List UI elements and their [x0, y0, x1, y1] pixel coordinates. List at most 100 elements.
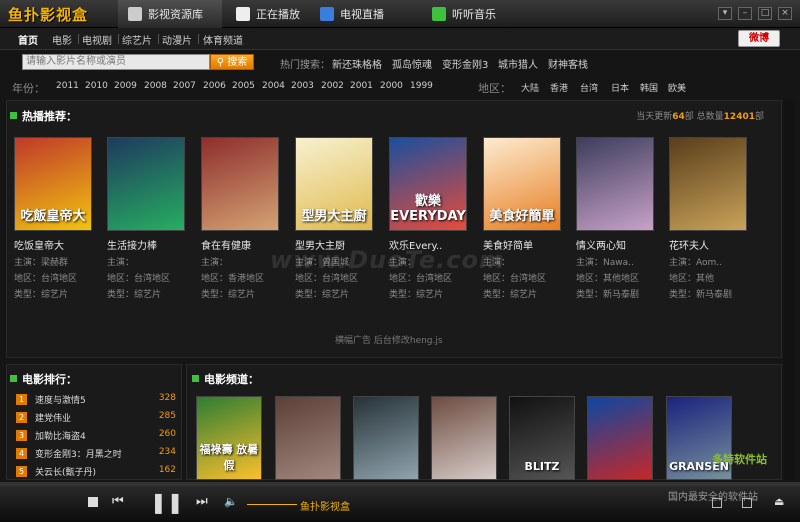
nav-movies[interactable]: 电影	[52, 32, 72, 47]
update-stats: 当天更新64部 总数量12401部	[636, 109, 764, 122]
ranking-row[interactable]: 4 变形金刚3：月黑之时 234	[16, 447, 176, 461]
movie-type: 类型：新马泰剧	[576, 290, 640, 300]
year-option[interactable]: 2006	[203, 81, 226, 91]
rank-title: 关云长(甄子丹)	[35, 468, 97, 478]
movie-title[interactable]: 情义两心知	[576, 237, 656, 252]
year-option[interactable]: 2003	[291, 81, 314, 91]
nav-home[interactable]: 首页	[18, 32, 38, 47]
channel-poster[interactable]	[353, 396, 419, 480]
region-option[interactable]: 大陆	[521, 81, 539, 94]
tv-icon	[320, 7, 334, 21]
nav-anime[interactable]: 动漫片	[162, 32, 192, 47]
channel-poster[interactable]	[275, 396, 341, 480]
year-option[interactable]: 2001	[350, 81, 373, 91]
movie-channel-title: 电影频道：	[204, 373, 259, 386]
tab-library[interactable]: 影视资源库	[118, 0, 222, 28]
year-option[interactable]: 2010	[85, 81, 108, 91]
hot-search-item[interactable]: 变形金刚3	[442, 56, 488, 71]
year-option[interactable]: 2007	[173, 81, 196, 91]
pause-button[interactable]: ❚❚	[150, 490, 184, 514]
movie-title[interactable]: 食在有健康	[201, 237, 281, 252]
ranking-row[interactable]: 2 建党伟业 285	[16, 411, 176, 425]
close-button[interactable]: ×	[778, 7, 792, 20]
weibo-button[interactable]: 微博	[738, 30, 780, 47]
year-option[interactable]: 2000	[380, 81, 403, 91]
movie-poster[interactable]	[576, 137, 654, 231]
nav-variety[interactable]: 综艺片	[122, 32, 152, 47]
movie-poster[interactable]: 美食好簡單	[483, 137, 561, 231]
tab-music-label: 听听音乐	[452, 8, 496, 21]
app-logo: 鱼扑影视盒	[8, 6, 89, 24]
movie-card[interactable]: 生活接力棒 主演： 地区：台湾地区 类型：综艺片	[107, 137, 187, 300]
channel-poster[interactable]: GRANSEN	[666, 396, 732, 480]
minimize-button[interactable]: –	[738, 7, 752, 20]
rank-number: 3	[16, 430, 27, 441]
search-input[interactable]: 请输入影片名称或演员	[22, 54, 210, 70]
today-label: 当天更新	[636, 112, 673, 122]
movie-poster[interactable]: 型男大主廚	[295, 137, 373, 231]
scrollbar[interactable]	[784, 100, 794, 480]
region-option[interactable]: 欧美	[668, 81, 686, 94]
hot-search-item[interactable]: 孤岛惊魂	[392, 56, 432, 71]
tab-music[interactable]: 听听音乐	[432, 0, 522, 28]
region-option[interactable]: 台湾	[580, 81, 598, 94]
channel-poster-label: BLITZ	[524, 460, 560, 473]
movie-title[interactable]: 生活接力棒	[107, 237, 187, 252]
maximize-button[interactable]: □	[758, 7, 772, 20]
channel-poster[interactable]	[431, 396, 497, 480]
tab-live-tv-label: 电视直播	[340, 8, 384, 21]
year-option[interactable]: 2005	[232, 81, 255, 91]
movie-card[interactable]: 情义两心知 主演：Nawa.. 地区：其他地区 类型：新马泰剧	[576, 137, 656, 300]
movie-card[interactable]: 花环夫人 主演：Aom.. 地区：其他 类型：新马泰剧	[669, 137, 749, 300]
search-icon: ⚲	[216, 57, 225, 68]
ranking-row[interactable]: 3 加勒比海盗4 260	[16, 429, 176, 443]
ranking-row[interactable]: 5 关云长(甄子丹) 162	[16, 465, 176, 479]
hot-search-item[interactable]: 城市猎人	[498, 56, 538, 71]
movie-card[interactable]: 吃飯皇帝大 吃饭皇帝大 主演：梁赫群 地区：台湾地区 类型：综艺片	[14, 137, 94, 300]
volume-icon[interactable]: 🔈	[224, 495, 238, 508]
ranking-row[interactable]: 1 速度与激情5 328	[16, 393, 176, 407]
channel-poster[interactable]	[587, 396, 653, 480]
year-option[interactable]: 2008	[144, 81, 167, 91]
movie-poster[interactable]	[669, 137, 747, 231]
movie-card[interactable]: 型男大主廚 型男大主厨 主演：曾国城 地区：台湾地区 类型：综艺片	[295, 137, 375, 300]
year-option[interactable]: 2011	[56, 81, 79, 91]
nav-tv-series[interactable]: 电视剧	[82, 32, 112, 47]
menu-button[interactable]: ▾	[718, 7, 732, 20]
region-option[interactable]: 韩国	[640, 81, 658, 94]
nav-sports[interactable]: 体育频道	[203, 32, 243, 47]
channel-poster[interactable]: 福祿壽 放暑假	[196, 396, 262, 480]
nav-divider	[198, 34, 199, 44]
stop-button[interactable]	[88, 497, 98, 507]
movie-card[interactable]: 美食好簡單 美食好简单 主演： 地区：台湾地区 类型：综艺片	[483, 137, 563, 300]
movie-star: 主演：梁赫群	[14, 258, 69, 268]
tab-live-tv[interactable]: 电视直播	[320, 0, 420, 28]
region-option[interactable]: 香港	[550, 81, 568, 94]
region-option[interactable]: 日本	[611, 81, 629, 94]
tab-now-playing[interactable]: 正在播放	[236, 0, 316, 28]
movie-title[interactable]: 花环夫人	[669, 237, 749, 252]
movie-poster[interactable]: 吃飯皇帝大	[14, 137, 92, 231]
eject-icon[interactable]: ⏏	[774, 495, 784, 508]
previous-button[interactable]: ⏮	[112, 494, 124, 509]
movie-card[interactable]: 歡樂EVERYDAY 欢乐Every.. 主演： 地区：台湾地区 类型：综艺片	[389, 137, 469, 300]
channel-poster[interactable]: BLITZ	[509, 396, 575, 480]
year-option[interactable]: 2002	[321, 81, 344, 91]
next-button[interactable]: ⏭	[196, 494, 208, 509]
movie-title[interactable]: 吃饭皇帝大	[14, 237, 94, 252]
hot-search-item[interactable]: 财神客栈	[548, 56, 588, 71]
movie-poster[interactable]: 歡樂EVERYDAY	[389, 137, 467, 231]
banner-ad[interactable]: 横幅广告 后台修改heng.js	[335, 333, 443, 346]
movie-poster[interactable]	[107, 137, 185, 231]
movie-card[interactable]: 食在有健康 主演： 地区：香港地区 类型：综艺片	[201, 137, 281, 300]
year-option[interactable]: 1999	[410, 81, 433, 91]
movie-type: 类型：综艺片	[201, 290, 256, 300]
site-slogan: 国内最安全的软件站	[668, 492, 758, 503]
year-option[interactable]: 2004	[262, 81, 285, 91]
section-bullet-icon	[192, 375, 199, 382]
channel-poster-label: 福祿壽 放暑假	[199, 443, 259, 472]
movie-poster[interactable]	[201, 137, 279, 231]
search-button[interactable]: ⚲ 搜索	[210, 54, 254, 70]
year-option[interactable]: 2009	[114, 81, 137, 91]
hot-search-item[interactable]: 新还珠格格	[332, 56, 382, 71]
